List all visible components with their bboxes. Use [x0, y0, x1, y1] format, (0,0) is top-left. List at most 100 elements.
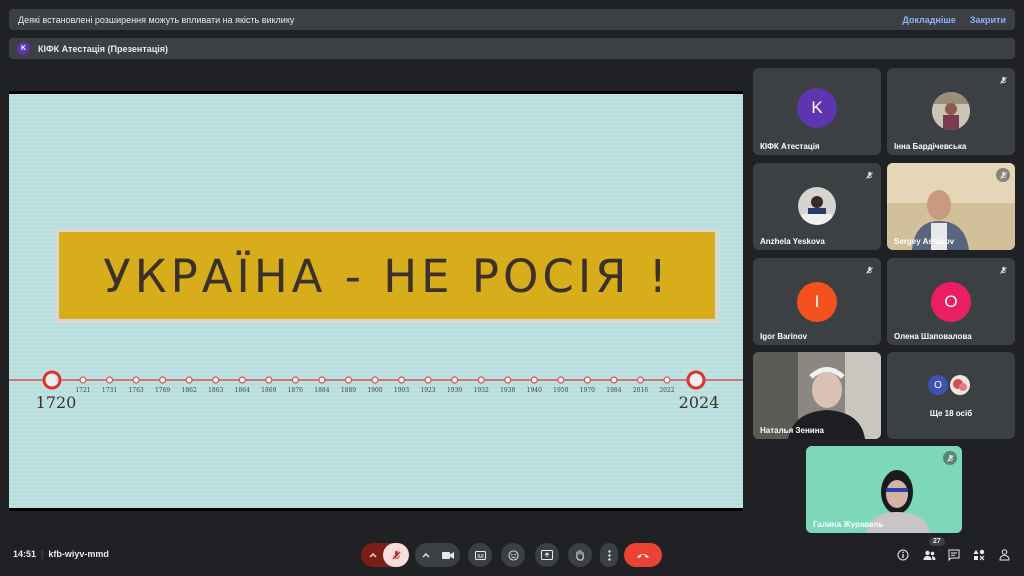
- timeline-dot: [451, 376, 459, 384]
- mic-off-button[interactable]: [383, 543, 409, 567]
- participant-tile[interactable]: Інна Бардічевська: [887, 68, 1015, 155]
- video-options-chevron-icon[interactable]: [420, 549, 432, 561]
- mic-off-icon: [391, 550, 401, 560]
- timeline-start-marker: [42, 370, 62, 390]
- timeline-dot: [424, 376, 432, 384]
- meeting-code: kfb-wiyv-mmd: [48, 549, 109, 559]
- meeting-info: 14:51 | kfb-wiyv-mmd: [13, 549, 109, 559]
- timeline-start-year: 1720: [36, 393, 77, 412]
- timeline-dot: [636, 376, 645, 384]
- mic-off-icon: [996, 168, 1010, 182]
- timeline-year-label: 1864: [235, 387, 250, 394]
- chat-icon: [948, 549, 960, 561]
- timeline-dot: [610, 376, 618, 384]
- present-screen-button[interactable]: [535, 543, 559, 567]
- avatar: [950, 375, 970, 395]
- timeline-dot: [159, 376, 167, 384]
- timeline-year-label: 1903: [394, 387, 409, 394]
- audio-options-chevron-icon[interactable]: [367, 549, 379, 561]
- hang-up-icon: [637, 553, 649, 558]
- shapes-icon: [973, 549, 985, 561]
- avatar: [932, 92, 970, 130]
- call-controls-bar: 14:51 | kfb-wiyv-mmd: [0, 536, 1024, 576]
- timeline-end-marker: [686, 370, 706, 390]
- participant-tile[interactable]: Anzhela Yeskova: [753, 163, 881, 250]
- timeline-dot: [238, 376, 246, 384]
- timeline-dot: [344, 376, 353, 384]
- meeting-details-button[interactable]: [895, 547, 911, 563]
- timeline-year-label: 1932: [474, 387, 489, 394]
- present-icon: [541, 550, 553, 560]
- mic-off-icon: [862, 168, 876, 182]
- slide-canvas: УКРАЇНА - НЕ РОСІЯ ! 1721 1731 1763 1769 186…: [9, 94, 743, 508]
- timeline-year-label: 1731: [102, 387, 117, 394]
- timeline-year-label: 1938: [500, 387, 515, 394]
- mic-off-icon: [996, 73, 1010, 87]
- timeline-year-label: 1863: [208, 387, 223, 394]
- participant-tile[interactable]: K КІФК Атестація: [753, 68, 881, 155]
- avatar: О: [928, 375, 948, 395]
- people-button[interactable]: [921, 547, 937, 563]
- people-icon: [923, 550, 935, 560]
- presenter-avatar: K: [17, 42, 30, 55]
- learn-more-link[interactable]: Докладніше: [902, 15, 956, 25]
- timeline-dot: [79, 376, 87, 384]
- participant-tile[interactable]: Наталья Зенина: [753, 352, 881, 439]
- participant-tile[interactable]: Галина Журавель: [806, 446, 962, 533]
- hand-icon: [576, 550, 584, 561]
- timeline-year-label: 1984: [606, 387, 621, 394]
- timeline-year-label: 1876: [288, 387, 303, 394]
- timeline-dot: [504, 376, 512, 384]
- info-icon: [897, 549, 909, 561]
- raise-hand-button[interactable]: [568, 543, 592, 567]
- chat-button[interactable]: [946, 547, 962, 563]
- participant-name: Наталья Зенина: [760, 426, 824, 435]
- timeline-dot: [397, 376, 406, 384]
- host-controls-button[interactable]: [996, 547, 1012, 563]
- timeline-year-label: 2016: [633, 387, 648, 394]
- participant-name: Anzhela Yeskova: [760, 237, 825, 246]
- divider: |: [41, 549, 44, 559]
- camera-button[interactable]: [436, 543, 460, 567]
- mic-off-icon: [862, 263, 876, 277]
- participant-tile[interactable]: Sergey Astapov: [887, 163, 1015, 250]
- camera-control-group: [415, 543, 460, 567]
- timeline-year-label: 1923: [420, 387, 435, 394]
- avatar: О: [931, 282, 971, 322]
- banner-message: Деякі встановлені розширення можуть впли…: [18, 14, 295, 25]
- timeline-year-label: 1970: [580, 387, 595, 394]
- participant-name: Олена Шаповалова: [894, 332, 972, 341]
- timeline-year-label: 1900: [367, 387, 382, 394]
- timeline-year-label: 1950: [553, 387, 568, 394]
- timeline-year-label: 1721: [75, 387, 90, 394]
- mic-off-icon: [996, 263, 1010, 277]
- leave-call-button[interactable]: [624, 543, 662, 567]
- participant-name: Igor Barinov: [760, 332, 808, 341]
- close-banner-link[interactable]: Закрити: [970, 15, 1006, 25]
- activities-button[interactable]: [971, 547, 987, 563]
- timeline-dot: [185, 376, 193, 384]
- timeline-year-label: 1930: [447, 387, 462, 394]
- timeline-dot: [663, 376, 671, 384]
- timeline-dot: [557, 376, 565, 384]
- more-participants-tile[interactable]: О Ще 18 осіб: [887, 352, 1015, 439]
- mic-control-group: [361, 543, 409, 567]
- mic-off-icon: [943, 451, 957, 465]
- more-options-button[interactable]: [600, 543, 618, 567]
- reactions-button[interactable]: [501, 543, 525, 567]
- timeline-year-label: 1889: [341, 387, 356, 394]
- participant-tile[interactable]: О Олена Шаповалова: [887, 258, 1015, 345]
- participant-tile[interactable]: I Igor Barinov: [753, 258, 881, 345]
- timeline-end-year: 2024: [679, 393, 720, 412]
- emoji-icon: [507, 549, 519, 561]
- camera-icon: [442, 551, 454, 559]
- timeline-year-label: 1869: [261, 387, 276, 394]
- captions-button[interactable]: [468, 543, 492, 567]
- participant-count-badge: 27: [929, 537, 945, 546]
- timeline-dot: [583, 376, 591, 384]
- more-participants-label: Ще 18 осіб: [929, 409, 973, 418]
- participant-name: Галина Журавель: [813, 520, 884, 529]
- current-time: 14:51: [13, 549, 37, 559]
- timeline-year-label: 1763: [128, 387, 143, 394]
- presentation-title: КІФК Атестація (Презентація): [38, 43, 169, 54]
